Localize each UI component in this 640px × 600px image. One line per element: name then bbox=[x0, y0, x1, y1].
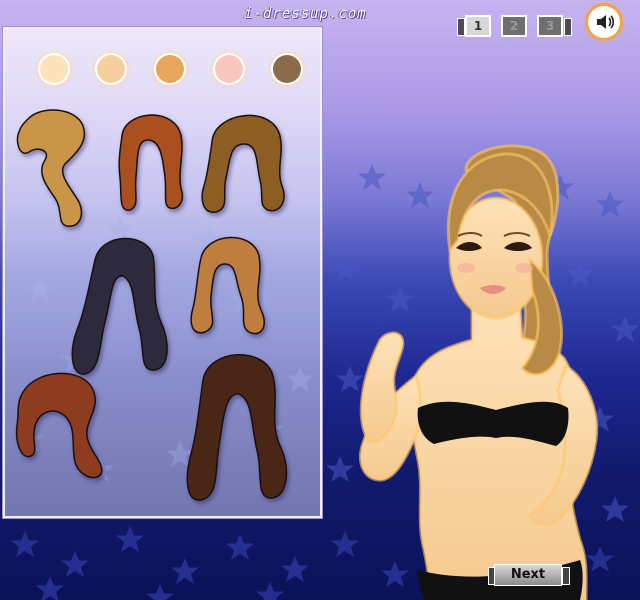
next-button-label: Next bbox=[494, 564, 562, 586]
hairstyle-option-2[interactable] bbox=[112, 106, 188, 214]
level-nav-left-cap bbox=[457, 18, 465, 36]
hairstyle-option-3[interactable] bbox=[196, 106, 290, 216]
skin-tone-swatch-4[interactable] bbox=[215, 55, 243, 83]
level-nav-right-cap bbox=[564, 18, 572, 36]
level-navigation: 1 2 3 bbox=[457, 13, 572, 39]
level-3-button[interactable]: 3 bbox=[537, 15, 563, 37]
hairstyle-option-7[interactable] bbox=[181, 346, 295, 506]
sound-toggle-button[interactable] bbox=[588, 6, 620, 38]
skin-tone-swatch-5[interactable] bbox=[273, 55, 301, 83]
skin-tone-swatch-3[interactable] bbox=[156, 55, 184, 83]
game-stage: i-dressup.com 1 2 3 Next bbox=[0, 0, 640, 600]
dressup-model bbox=[359, 144, 599, 600]
speaker-icon bbox=[597, 15, 615, 29]
site-logo-title: i-dressup.com bbox=[244, 6, 367, 22]
model-right-cheek bbox=[515, 263, 533, 273]
level-2-button[interactable]: 2 bbox=[501, 15, 527, 37]
next-button-right-cap bbox=[562, 567, 570, 585]
model-left-cheek bbox=[457, 263, 475, 273]
hairstyle-option-6[interactable] bbox=[13, 366, 113, 481]
skin-tone-swatch-2[interactable] bbox=[97, 55, 125, 83]
level-1-button[interactable]: 1 bbox=[465, 15, 491, 37]
next-button[interactable]: Next bbox=[488, 564, 570, 586]
hairstyle-option-1[interactable] bbox=[13, 106, 93, 231]
skin-tone-swatch-1[interactable] bbox=[40, 55, 68, 83]
hairstyle-option-4[interactable] bbox=[67, 230, 177, 380]
hairstyle-option-5[interactable] bbox=[183, 230, 275, 340]
